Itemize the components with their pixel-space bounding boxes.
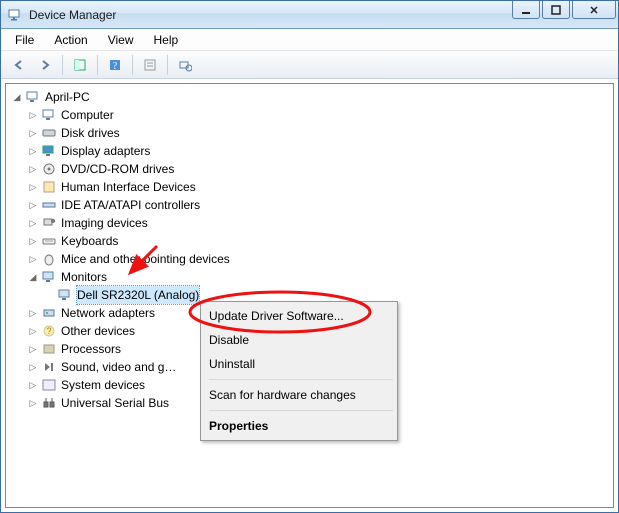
collapse-icon[interactable]: ◢ <box>28 272 38 282</box>
app-icon <box>7 7 23 23</box>
expand-icon[interactable]: ▷ <box>28 218 38 228</box>
toolbar-separator <box>62 55 63 75</box>
ctx-disable[interactable]: Disable <box>175 328 395 352</box>
collapse-icon[interactable]: ◢ <box>12 92 22 102</box>
ctx-scan-hardware[interactable]: Scan for hardware changes <box>175 383 395 407</box>
category-icon <box>41 269 57 285</box>
category-label: Computer <box>61 106 114 124</box>
category-icon <box>41 359 57 375</box>
category-icon <box>41 395 57 411</box>
minimize-button[interactable] <box>512 1 540 19</box>
menu-view[interactable]: View <box>100 31 142 49</box>
maximize-button[interactable] <box>542 1 570 19</box>
window-controls <box>512 1 616 21</box>
scan-hardware-button[interactable] <box>173 54 197 76</box>
category-label: Display adapters <box>61 142 150 160</box>
category-icon <box>41 251 57 267</box>
monitor-icon <box>57 287 73 303</box>
expand-icon[interactable]: ▷ <box>28 398 38 408</box>
toolbar-separator <box>97 55 98 75</box>
category-icon <box>41 197 57 213</box>
tree-root[interactable]: ◢ April-PC <box>12 88 611 106</box>
ctx-update-driver[interactable]: Update Driver Software... <box>175 304 395 328</box>
device-label: Dell SR2320L (Analog) <box>77 286 199 304</box>
ctx-uninstall[interactable]: Uninstall <box>175 352 395 376</box>
expand-icon[interactable]: ▷ <box>28 110 38 120</box>
expand-icon[interactable]: ▷ <box>28 236 38 246</box>
window-title: Device Manager <box>29 8 116 22</box>
computer-icon <box>25 89 41 105</box>
expand-icon[interactable]: ▷ <box>28 182 38 192</box>
tree-container: ◢ April-PC ▷ Computer ▷ Disk drives ▷ Display… <box>5 83 614 508</box>
category-label: Disk drives <box>61 124 120 142</box>
category-label: DVD/CD-ROM drives <box>61 160 174 178</box>
toolbar-separator <box>132 55 133 75</box>
menu-help[interactable]: Help <box>146 31 187 49</box>
category-label: Sound, video and g… <box>61 358 176 376</box>
ctx-properties[interactable]: Properties <box>175 414 395 438</box>
svg-text:?: ? <box>113 61 118 72</box>
tree-category[interactable]: ▷ Human Interface Devices <box>28 178 611 196</box>
tree-category[interactable]: ▷ Disk drives <box>28 124 611 142</box>
context-menu: Update Driver Software... Disable Uninst… <box>200 301 398 441</box>
category-icon <box>41 179 57 195</box>
help-button[interactable]: ? <box>103 54 127 76</box>
tree-category[interactable]: ▷ Computer <box>28 106 611 124</box>
category-label: Other devices <box>61 322 135 340</box>
tree-category[interactable]: ▷ Imaging devices <box>28 214 611 232</box>
expand-icon[interactable]: ▷ <box>28 128 38 138</box>
category-icon <box>41 341 57 357</box>
expand-icon[interactable]: ▷ <box>28 380 38 390</box>
titlebar: Device Manager <box>1 1 618 29</box>
toolbar-separator <box>167 55 168 75</box>
category-icon <box>41 143 57 159</box>
category-label: Mice and other pointing devices <box>61 250 230 268</box>
category-icon <box>41 305 57 321</box>
expand-icon[interactable]: ▷ <box>28 200 38 210</box>
properties-button[interactable] <box>138 54 162 76</box>
category-label: System devices <box>61 376 145 394</box>
expand-icon[interactable]: ▷ <box>28 254 38 264</box>
category-label: Processors <box>61 340 121 358</box>
tree-category[interactable]: ▷ Keyboards <box>28 232 611 250</box>
svg-text:?: ? <box>46 326 51 336</box>
expand-icon[interactable]: ▷ <box>28 362 38 372</box>
category-label: Imaging devices <box>61 214 148 232</box>
tree-root-label: April-PC <box>45 88 90 106</box>
tree-category[interactable]: ▷ IDE ATA/ATAPI controllers <box>28 196 611 214</box>
category-icon <box>41 125 57 141</box>
expand-icon[interactable]: ▷ <box>28 326 38 336</box>
tree-category[interactable]: ◢ Monitors <box>28 268 611 286</box>
client-area: ◢ April-PC ▷ Computer ▷ Disk drives ▷ Display… <box>1 79 618 512</box>
ctx-separator <box>209 379 393 380</box>
back-button[interactable] <box>7 54 31 76</box>
category-icon <box>41 107 57 123</box>
category-label: Keyboards <box>61 232 118 250</box>
expand-icon[interactable]: ▷ <box>28 308 38 318</box>
tree-category[interactable]: ▷ Mice and other pointing devices <box>28 250 611 268</box>
close-button[interactable] <box>572 1 616 19</box>
expand-icon[interactable]: ▷ <box>28 344 38 354</box>
tree-category[interactable]: ▷ Display adapters <box>28 142 611 160</box>
expand-icon[interactable]: ▷ <box>28 146 38 156</box>
category-label: Monitors <box>61 268 107 286</box>
menubar: File Action View Help <box>1 29 618 51</box>
tree-category[interactable]: ▷ DVD/CD-ROM drives <box>28 160 611 178</box>
expand-icon[interactable]: ▷ <box>28 164 38 174</box>
category-icon <box>41 161 57 177</box>
menu-file[interactable]: File <box>7 31 42 49</box>
category-label: Universal Serial Bus <box>61 394 169 412</box>
category-icon <box>41 233 57 249</box>
menu-action[interactable]: Action <box>46 31 95 49</box>
ctx-separator <box>209 410 393 411</box>
category-label: Human Interface Devices <box>61 178 196 196</box>
category-icon: ? <box>41 323 57 339</box>
category-icon <box>41 377 57 393</box>
category-label: Network adapters <box>61 304 155 322</box>
category-icon <box>41 215 57 231</box>
category-label: IDE ATA/ATAPI controllers <box>61 196 200 214</box>
toolbar: ? <box>1 51 618 79</box>
show-hide-console-tree-button[interactable] <box>68 54 92 76</box>
forward-button[interactable] <box>33 54 57 76</box>
